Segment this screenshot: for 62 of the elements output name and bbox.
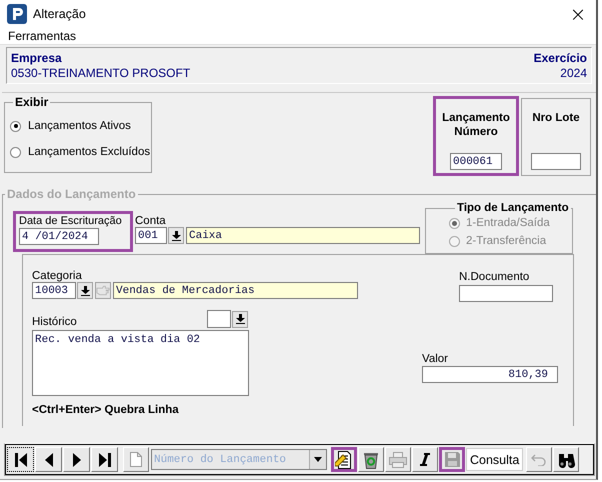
edit-button[interactable] [331,447,357,472]
printer-icon [389,452,407,468]
company-name: 0530-TREINAMENTO PROSOFT [11,66,190,80]
date-label: Data de Escrituração [19,215,123,227]
prev-button[interactable] [35,447,62,472]
category-label: Categoria [32,270,83,282]
down-arrow-icon [236,314,244,324]
category-code-field[interactable]: 10003 [32,282,76,299]
query-button[interactable]: Consulta [466,448,524,471]
radio-option[interactable]: Lançamentos Ativos [10,113,151,139]
history-field[interactable]: Rec. venda a vista dia 02 [32,330,249,396]
entry-number-combo[interactable]: Número do Lançamento [151,449,327,470]
delete-button[interactable] [358,447,384,472]
find-button[interactable] [553,447,580,472]
account-name-field[interactable]: Caixa [186,227,420,244]
down-arrow-icon [172,230,180,240]
hand-icon [96,285,110,296]
lookup-button[interactable] [232,310,248,328]
date-field[interactable]: 4 /01/2024 [19,228,99,245]
shortcut-hint: <Ctrl+Enter> Quebra Linha [32,404,180,416]
next-icon [72,452,80,466]
group-title: Tipo de Lançamento [456,202,570,214]
category-name-field[interactable]: Vendas de Mercadorias [113,282,358,299]
document-icon [130,452,142,467]
entry-number-field[interactable]: 000061 [450,153,502,170]
edit-document-icon [335,450,353,468]
next-button[interactable] [63,447,90,472]
close-button[interactable]: × [560,0,596,27]
history-code-field[interactable] [207,310,231,328]
entry-number-label: Lançamento Número [441,111,511,139]
app-logo-icon [7,4,27,24]
lookup-button[interactable] [168,227,184,244]
menu-item[interactable]: Ferramentas [8,28,76,42]
first-button[interactable] [7,447,34,472]
italic-button[interactable] [412,447,438,472]
document-label: N.Documento [459,271,530,283]
year-value: 2024 [560,66,587,80]
italic-icon [420,453,430,466]
dropdown-arrow-icon [314,457,322,462]
account-label: Conta [135,215,167,227]
down-arrow-icon [80,286,90,296]
previous-icon [44,452,52,466]
group-title: Exibir [14,95,50,109]
last-button[interactable] [91,447,118,472]
batch-field[interactable] [531,153,581,170]
first-record-icon [14,452,26,466]
history-label: Histórico [32,316,77,328]
account-code-field[interactable]: 001 [135,227,167,244]
document-field[interactable] [459,285,553,302]
company-label: Empresa [11,51,63,65]
year-label: Exercício [534,51,587,65]
amount-field[interactable]: 810,39 [422,366,558,383]
batch-label: Nro Lote [531,111,581,125]
radio-option[interactable]: Lançamentos Excluídos [10,139,151,165]
undo-icon [531,454,548,466]
group-title: Dados do Lançamento [6,187,137,201]
lookup-button[interactable] [77,282,93,299]
binoculars-icon [557,452,576,468]
window-title: Alteração [33,6,87,20]
recycle-bin-icon [363,450,379,468]
last-record-icon [98,452,110,466]
amount-label: Valor [422,353,449,365]
